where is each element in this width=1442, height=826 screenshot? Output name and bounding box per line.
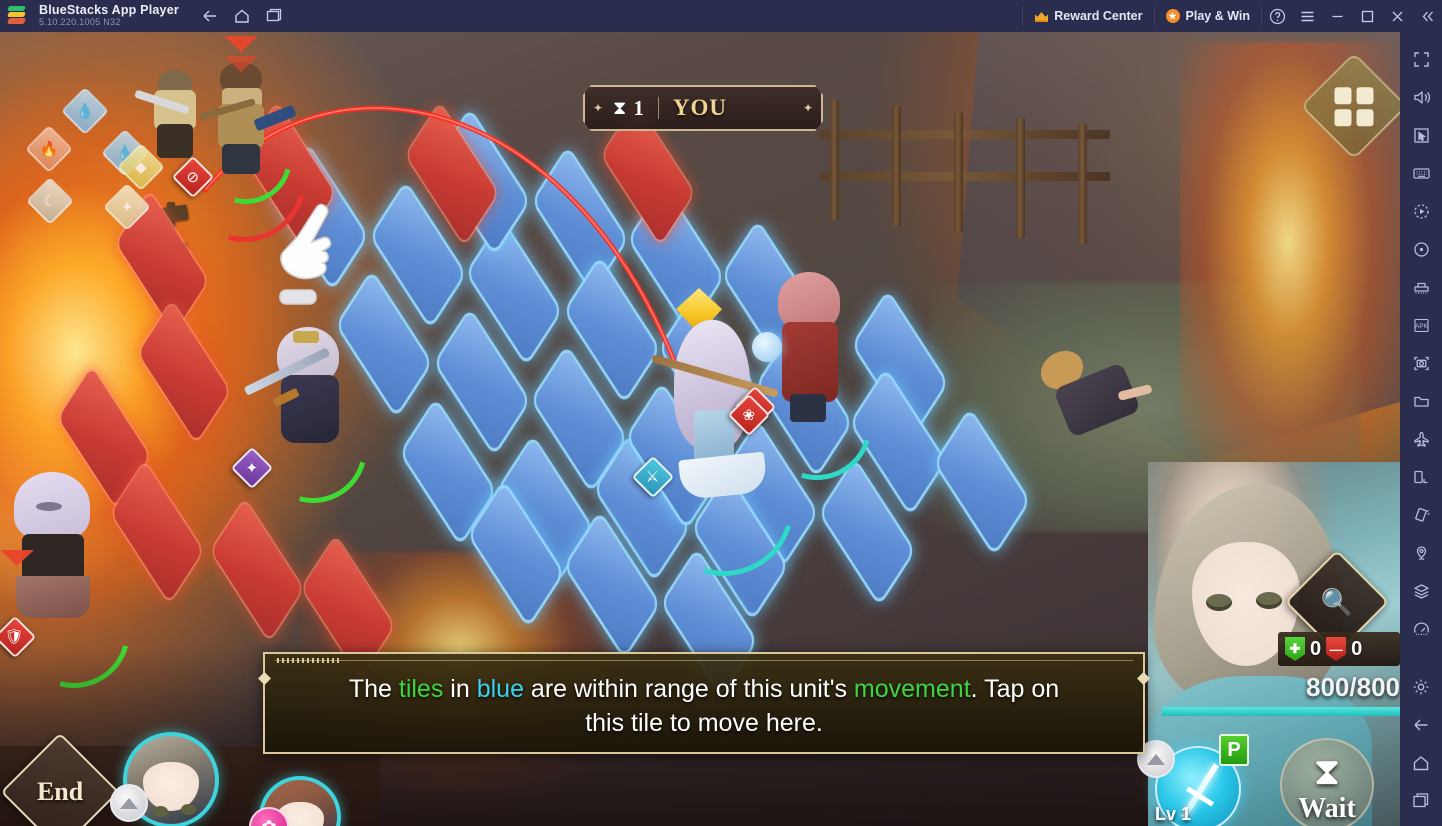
titlebar-nav-group: [195, 1, 289, 31]
enemy-marker-icon: [224, 56, 258, 72]
enemy-marker-icon: [224, 36, 258, 52]
play-and-win-label: Play & Win: [1185, 9, 1250, 23]
windows-icon[interactable]: [259, 1, 289, 31]
camera-icon[interactable]: [1400, 344, 1442, 382]
grid-menu-icon: [1334, 86, 1374, 126]
android-home-icon[interactable]: [1400, 744, 1442, 782]
tutorial-highlight-tiles: tiles: [398, 675, 444, 704]
title-bar: BlueStacks App Player 5.10.220.1005 N32: [0, 0, 1442, 32]
bluestacks-window: BlueStacks App Player 5.10.220.1005 N32: [0, 0, 1442, 826]
pointing-hand-icon: [268, 202, 338, 312]
instance-manager-icon[interactable]: [1400, 268, 1442, 306]
close-icon[interactable]: [1382, 0, 1412, 32]
tutorial-text-part: The: [348, 675, 399, 704]
minimize-icon[interactable]: [1322, 0, 1352, 32]
script-icon[interactable]: [1400, 230, 1442, 268]
debuff-minus-icon: —: [1326, 637, 1347, 661]
chevrons-left-icon[interactable]: [1412, 0, 1442, 32]
hp-bar-fill: [1162, 707, 1400, 716]
bluestacks-sidebar: APK: [1400, 32, 1442, 826]
tutorial-text-part: . Tap on: [970, 675, 1060, 704]
avatar-eye: [152, 806, 168, 818]
reward-center-label: Reward Center: [1054, 9, 1143, 23]
help-icon[interactable]: [1262, 0, 1292, 32]
tutorial-text-part: are within range of this unit's: [523, 675, 854, 704]
crown-icon: [1034, 11, 1049, 22]
hp-value: 800/800: [1306, 672, 1400, 702]
tutorial-highlight-movement: movement: [853, 675, 971, 704]
passive-badge: P: [1219, 734, 1249, 766]
location-pin-icon[interactable]: [1400, 534, 1442, 572]
shake-icon[interactable]: [1400, 496, 1442, 534]
hp-bar: [1162, 707, 1400, 716]
rotate-device-icon[interactable]: [1400, 458, 1442, 496]
palisade-fence: [820, 100, 1120, 280]
turn-number: 1: [633, 95, 644, 120]
divider: [657, 97, 659, 119]
tutorial-text: The tiles in blue are within range of th…: [265, 654, 1143, 752]
svg-text:APK: APK: [1415, 323, 1428, 330]
tutorial-highlight-blue: blue: [476, 675, 524, 704]
reward-center-button[interactable]: Reward Center: [1023, 0, 1153, 32]
hourglass-icon: ⧗: [613, 97, 627, 119]
skill-level-label: Lv 1: [1155, 804, 1192, 824]
buff-count: 0: [1310, 637, 1322, 660]
diamond-ornament-icon: ✦: [592, 101, 604, 115]
play-and-win-button[interactable]: ★ Play & Win: [1155, 0, 1261, 32]
folder-icon[interactable]: [1400, 382, 1442, 420]
wait-button-label: Wait: [1298, 793, 1356, 824]
character-eye: [1256, 592, 1282, 609]
gear-icon[interactable]: [1400, 668, 1442, 706]
app-title: BlueStacks App Player: [39, 3, 179, 18]
star-badge-icon: ★: [1165, 9, 1180, 23]
record-play-icon[interactable]: [1400, 192, 1442, 230]
character-eye: [1206, 594, 1232, 611]
bluestacks-logo-icon: [7, 5, 30, 27]
end-turn-label: End: [36, 776, 84, 806]
level-up-arrow-icon[interactable]: [110, 784, 148, 822]
game-viewport[interactable]: 💧 🔥 💧 ◆ ☾ ✦ ⊘ ✦ 🛡 ⚔ ❀ ✦ ⧗ 1 YOU ✦ 🔍 ✚ 0 …: [0, 32, 1400, 826]
plane-icon[interactable]: [1400, 420, 1442, 458]
app-title-block: BlueStacks App Player 5.10.220.1005 N32: [39, 4, 179, 28]
back-icon[interactable]: [195, 1, 225, 31]
layers-icon[interactable]: [1400, 572, 1442, 610]
wait-button[interactable]: ⧗ Wait: [1268, 738, 1386, 826]
titlebar-right-group: Reward Center ★ Play & Win: [1022, 0, 1442, 32]
magnifier-icon: 🔍: [1320, 586, 1354, 617]
tutorial-line-1: The tiles in blue are within range of th…: [349, 673, 1059, 707]
tutorial-dialog[interactable]: The tiles in blue are within range of th…: [258, 652, 1150, 754]
fullscreen-icon[interactable]: [1400, 40, 1442, 78]
android-recents-icon[interactable]: [1400, 782, 1442, 820]
app-version: 5.10.220.1005 N32: [39, 17, 121, 28]
enemy-marker-icon: [0, 550, 34, 566]
tutorial-line-2: this tile to move here.: [585, 709, 823, 737]
volume-icon[interactable]: [1400, 78, 1442, 116]
debuff-count: 0: [1351, 637, 1363, 660]
hamburger-icon[interactable]: [1292, 0, 1322, 32]
avatar-eye: [180, 804, 196, 816]
diamond-ornament-icon: ✦: [802, 101, 814, 115]
cursor-icon[interactable]: [1400, 116, 1442, 154]
android-back-icon[interactable]: [1400, 706, 1442, 744]
apk-icon[interactable]: APK: [1400, 306, 1442, 344]
turn-owner-label: YOU: [672, 95, 727, 120]
buff-plus-icon: ✚: [1285, 637, 1305, 661]
speedometer-icon[interactable]: [1400, 610, 1442, 648]
keyboard-icon[interactable]: [1400, 154, 1442, 192]
buff-debuff-bar: ✚ 0 — 0: [1278, 632, 1400, 666]
turn-banner: ✦ ⧗ 1 YOU ✦: [583, 85, 823, 131]
home-icon[interactable]: [227, 1, 257, 31]
avatar-face: [142, 762, 200, 818]
maximize-icon[interactable]: [1352, 0, 1382, 32]
tutorial-text-part: in: [443, 675, 477, 704]
turn-counter: ⧗ 1: [611, 96, 644, 121]
hourglass-icon: ⧗: [1313, 751, 1341, 793]
